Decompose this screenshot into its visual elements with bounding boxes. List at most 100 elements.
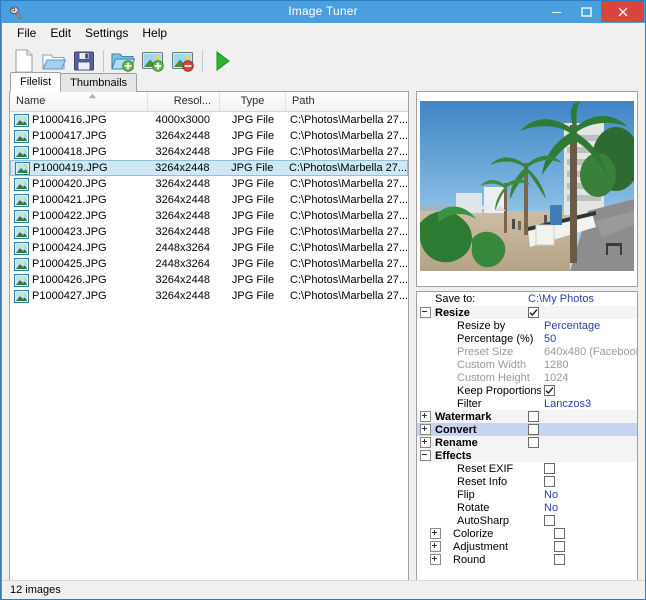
setting-row[interactable]: AutoSharp [417, 514, 637, 527]
remove-image-button[interactable] [168, 46, 198, 76]
maximize-button[interactable] [571, 1, 601, 22]
setting-row[interactable]: Percentage (%)50 [417, 332, 637, 345]
group-effects-expander[interactable] [417, 449, 433, 462]
table-row[interactable]: P1000425.JPG2448x3264JPG FileC:\Photos\M… [10, 256, 408, 272]
setting-value: 1024 [541, 372, 637, 384]
sub-expander-7[interactable] [427, 553, 443, 566]
setting-row[interactable]: Preset Size640x480 (Facebook) [417, 345, 637, 358]
setting-checkbox[interactable] [544, 463, 555, 474]
table-row[interactable]: P1000419.JPG3264x2448JPG FileC:\Photos\M… [10, 160, 408, 176]
file-list-body[interactable]: P1000416.JPG4000x3000JPG FileC:\Photos\M… [10, 112, 408, 595]
preview-panel [416, 91, 638, 287]
sub-expander-6[interactable] [427, 540, 443, 553]
setting-row[interactable]: Reset EXIF [417, 462, 637, 475]
table-row[interactable]: P1000422.JPG3264x2448JPG FileC:\Photos\M… [10, 208, 408, 224]
column-header-path[interactable]: Path [286, 92, 408, 111]
setting-value[interactable]: No [541, 502, 637, 514]
settings-group-watermark[interactable]: Watermark [417, 410, 637, 423]
file-name-label: P1000422.JPG [32, 210, 107, 222]
cell-resolution: 3264x2448 [148, 290, 220, 302]
setting-checkbox[interactable] [554, 554, 565, 565]
table-row[interactable]: P1000427.JPG3264x2448JPG FileC:\Photos\M… [10, 288, 408, 304]
setting-row[interactable]: Custom Height1024 [417, 371, 637, 384]
tab-filelist[interactable]: Filelist [10, 72, 61, 92]
image-file-icon [15, 162, 30, 175]
image-file-icon [14, 274, 29, 287]
setting-row[interactable]: Colorize [417, 527, 637, 540]
menu-edit[interactable]: Edit [43, 24, 78, 42]
group-watermark-checkbox[interactable] [528, 411, 539, 422]
setting-row-save-to[interactable]: Save to: C:\My Photos [417, 292, 637, 306]
settings-group-convert[interactable]: Convert [417, 423, 637, 436]
menu-settings[interactable]: Settings [78, 24, 135, 42]
tab-thumbnails[interactable]: Thumbnails [60, 73, 137, 92]
group-resize-checkbox[interactable] [528, 307, 539, 318]
settings-group-rename[interactable]: Rename [417, 436, 637, 449]
menu-help[interactable]: Help [135, 24, 174, 42]
setting-value[interactable]: Percentage [541, 320, 637, 332]
expand-icon [420, 411, 431, 422]
setting-row[interactable]: RotateNo [417, 501, 637, 514]
setting-row[interactable]: Resize byPercentage [417, 319, 637, 332]
save-to-value[interactable]: C:\My Photos [525, 293, 637, 305]
minimize-button[interactable] [541, 1, 571, 22]
group-convert-checkbox[interactable] [528, 424, 539, 435]
setting-row[interactable]: Reset Info [417, 475, 637, 488]
settings-group-effects[interactable]: Effects [417, 449, 637, 462]
setting-checkbox[interactable] [554, 528, 565, 539]
setting-row[interactable]: Adjustment [417, 540, 637, 553]
add-folder-button[interactable] [108, 46, 138, 76]
close-button[interactable] [601, 1, 644, 22]
sub-expander-5[interactable] [427, 527, 443, 540]
table-row[interactable]: P1000418.JPG3264x2448JPG FileC:\Photos\M… [10, 144, 408, 160]
setting-row[interactable]: Custom Width1280 [417, 358, 637, 371]
group-convert-expander[interactable] [417, 423, 433, 436]
setting-row[interactable]: Keep Proportions [417, 384, 637, 397]
setting-checkbox[interactable] [554, 541, 565, 552]
table-row[interactable]: P1000416.JPG4000x3000JPG FileC:\Photos\M… [10, 112, 408, 128]
setting-row[interactable]: Round [417, 553, 637, 566]
cell-path: C:\Photos\Marbella 27.... [286, 274, 408, 286]
column-header-name[interactable]: Name [10, 92, 148, 111]
setting-value[interactable]: Lanczos3 [541, 398, 637, 410]
table-row[interactable]: P1000420.JPG3264x2448JPG FileC:\Photos\M… [10, 176, 408, 192]
settings-group-resize[interactable]: Resize [417, 306, 637, 319]
cell-path: C:\Photos\Marbella 27.... [286, 194, 408, 206]
start-run-button[interactable] [207, 46, 237, 76]
setting-row[interactable]: FlipNo [417, 488, 637, 501]
column-header-type[interactable]: Type [220, 92, 286, 111]
column-header-resolution[interactable]: Resol... [148, 92, 220, 111]
close-icon [617, 6, 629, 18]
cell-resolution: 3264x2448 [148, 274, 220, 286]
setting-checkbox[interactable] [544, 515, 555, 526]
setting-value: 640x480 (Facebook) [541, 346, 637, 358]
setting-label: Reset EXIF [433, 463, 541, 475]
setting-row[interactable]: FilterLanczos3 [417, 397, 637, 410]
toolbar-separator-1 [103, 50, 104, 72]
group-rename-checkbox[interactable] [528, 437, 539, 448]
setting-checkbox[interactable] [544, 476, 555, 487]
setting-value[interactable]: No [541, 489, 637, 501]
cell-resolution: 3264x2448 [148, 130, 220, 142]
add-image-icon [141, 50, 165, 72]
cell-type: JPG File [220, 114, 286, 126]
setting-checkbox[interactable] [544, 385, 555, 396]
table-row[interactable]: P1000417.JPG3264x2448JPG FileC:\Photos\M… [10, 128, 408, 144]
setting-value[interactable]: 50 [541, 333, 637, 345]
table-row[interactable]: P1000426.JPG3264x2448JPG FileC:\Photos\M… [10, 272, 408, 288]
table-row[interactable]: P1000423.JPG3264x2448JPG FileC:\Photos\M… [10, 224, 408, 240]
group-resize-expander[interactable] [417, 306, 433, 319]
table-row[interactable]: P1000424.JPG2448x3264JPG FileC:\Photos\M… [10, 240, 408, 256]
cell-resolution: 3264x2448 [148, 162, 220, 174]
group-rename-expander[interactable] [417, 436, 433, 449]
cell-resolution: 2448x3264 [148, 258, 220, 270]
menu-file[interactable]: File [10, 24, 43, 42]
toolbar-separator-2 [202, 50, 203, 72]
status-bar: 12 images [2, 580, 645, 599]
add-image-button[interactable] [138, 46, 168, 76]
table-row[interactable]: P1000421.JPG3264x2448JPG FileC:\Photos\M… [10, 192, 408, 208]
row-indent [417, 332, 433, 345]
group-watermark-expander[interactable] [417, 410, 433, 423]
save-button[interactable] [69, 46, 99, 76]
settings-panel[interactable]: Save to: C:\My Photos ResizeResize byPer… [416, 291, 638, 596]
